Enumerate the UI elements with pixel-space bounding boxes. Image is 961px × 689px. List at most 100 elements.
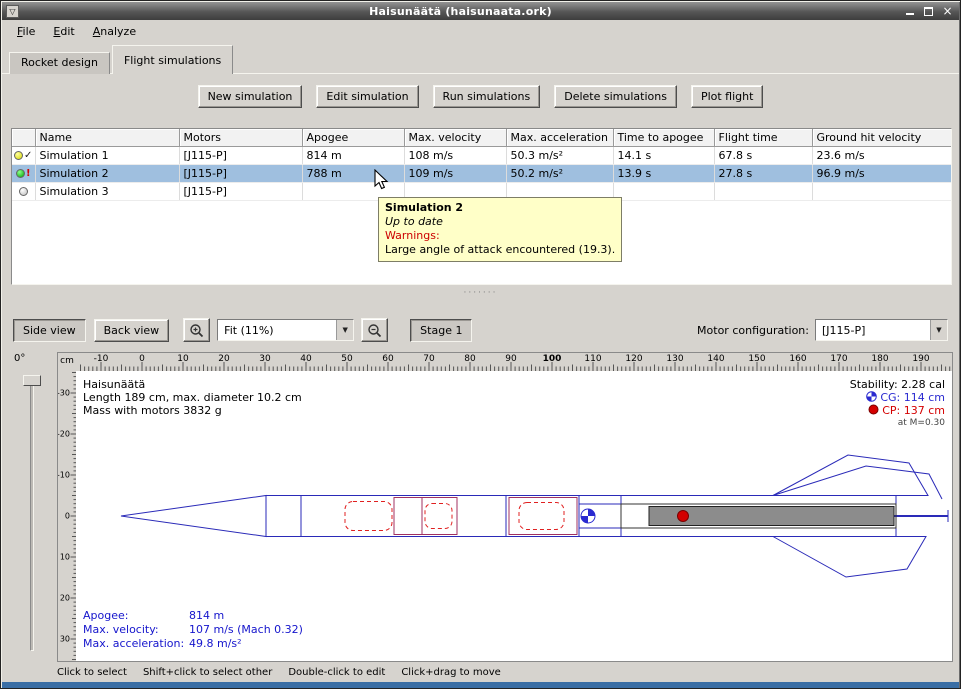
column-header-status[interactable] (12, 129, 35, 146)
svg-text:70: 70 (423, 354, 435, 364)
svg-text:110: 110 (584, 354, 601, 364)
svg-text:120: 120 (625, 354, 642, 364)
svg-text:150: 150 (748, 354, 765, 364)
status-cell (12, 182, 35, 200)
svg-text:190: 190 (912, 354, 929, 364)
stage-1-toggle[interactable]: Stage 1 (410, 319, 472, 342)
column-header-apogee[interactable]: Apogee (302, 129, 404, 146)
rotation-slider-handle[interactable] (23, 375, 41, 386)
tooltip-title: Simulation 2 (385, 201, 615, 215)
window-title: Haisunäätä (haisunaata.ork) (23, 5, 898, 18)
table-cell: Simulation 2 (35, 164, 179, 182)
status-cell: ✓ (12, 146, 35, 164)
fin-bottom (773, 537, 926, 578)
svg-text:140: 140 (707, 354, 724, 364)
table-cell: [J115-P] (179, 164, 302, 182)
status-ball-gray-icon (19, 187, 28, 196)
motor-configuration-select[interactable]: [J115-P] ▼ (815, 319, 948, 341)
split-divider[interactable]: ······· (2, 286, 959, 299)
new-simulation-button[interactable]: New simulation (198, 85, 303, 108)
chevron-down-icon[interactable]: ▼ (930, 320, 947, 340)
menu-file[interactable]: File (8, 22, 44, 41)
table-cell: 27.8 s (714, 164, 812, 182)
tab-flight-simulations[interactable]: Flight simulations (112, 45, 233, 74)
column-header-time-to-apogee[interactable]: Time to apogee (613, 129, 714, 146)
edit-simulation-button[interactable]: Edit simulation (316, 85, 418, 108)
svg-text:100: 100 (543, 354, 562, 364)
stability-info: Stability: 2.28 cal CG: 114 cm CP: 137 c… (850, 378, 945, 430)
tab-bar: Rocket designFlight simulations (9, 45, 235, 74)
svg-text:-20: -20 (58, 430, 70, 439)
coupler-1 (394, 498, 457, 535)
table-header-row: NameMotorsApogeeMax. velocityMax. accele… (12, 129, 951, 146)
svg-text:10: 10 (177, 354, 189, 364)
delete-simulations-button[interactable]: Delete simulations (554, 85, 677, 108)
minimize-icon (906, 7, 914, 15)
table-cell: 13.9 s (613, 164, 714, 182)
svg-text:30: 30 (60, 635, 70, 644)
table-cell (714, 182, 812, 200)
svg-text:-10: -10 (94, 354, 109, 364)
column-header-ground-hit-velocity[interactable]: Ground hit velocity (812, 129, 951, 146)
svg-text:20: 20 (218, 354, 230, 364)
maximize-button[interactable] (921, 5, 936, 18)
table-row[interactable]: !Simulation 2[J115-P]788 m109 m/s50.2 m/… (12, 164, 951, 182)
zoom-select[interactable]: Fit (11%) ▼ (217, 319, 354, 341)
window-menu-icon[interactable]: ▽ (6, 5, 19, 18)
desktop-strip (2, 682, 959, 689)
zoom-out-button[interactable] (361, 318, 388, 342)
side-view-button[interactable]: Side view (13, 319, 86, 342)
maximize-icon (924, 7, 933, 16)
coupler-2 (509, 498, 577, 535)
rotation-value: 0° (14, 353, 25, 364)
status-ball-yellow-icon (14, 151, 23, 160)
table-cell: Simulation 3 (35, 182, 179, 200)
table-cell: 109 m/s (404, 164, 506, 182)
svg-text:60: 60 (382, 354, 394, 364)
app-window: ▽ Haisunäätä (haisunaata.ork) × FileEdit… (0, 0, 961, 689)
menu-bar: FileEditAnalyze (2, 20, 959, 42)
column-header-max-acceleration[interactable]: Max. acceleration (506, 129, 613, 146)
table-row[interactable]: ✓Simulation 1[J115-P]814 m108 m/s50.3 m/… (12, 146, 951, 164)
flight-info-label: Max. acceleration: (83, 637, 189, 651)
zoom-in-button[interactable] (183, 318, 210, 342)
tab-rocket-design[interactable]: Rocket design (9, 52, 110, 74)
title-bar[interactable]: ▽ Haisunäätä (haisunaata.ork) × (2, 2, 959, 20)
menu-analyze[interactable]: Analyze (84, 22, 145, 41)
table-cell (613, 182, 714, 200)
svg-text:90: 90 (505, 354, 517, 364)
plot-flight-button[interactable]: Plot flight (691, 85, 763, 108)
column-header-max-velocity[interactable]: Max. velocity (404, 129, 506, 146)
parachute-1 (345, 502, 392, 531)
column-header-name[interactable]: Name (35, 129, 179, 146)
minimize-button[interactable] (902, 5, 917, 18)
cp-value: CP: 137 cm (850, 404, 945, 417)
table-cell: Simulation 1 (35, 146, 179, 164)
tooltip-warnings-label: Warnings: (385, 229, 615, 243)
menu-edit[interactable]: Edit (44, 22, 83, 41)
chevron-down-icon[interactable]: ▼ (336, 320, 353, 340)
column-header-flight-time[interactable]: Flight time (714, 129, 812, 146)
column-header-motors[interactable]: Motors (179, 129, 302, 146)
cg-icon (866, 391, 877, 402)
svg-text:30: 30 (259, 354, 271, 364)
design-canvas[interactable]: Haisunäätä Length 189 cm, max. diameter … (76, 371, 952, 661)
run-simulations-button[interactable]: Run simulations (433, 85, 541, 108)
close-button[interactable]: × (940, 5, 955, 18)
status-cell: ! (12, 164, 35, 182)
rotation-slider[interactable] (30, 375, 34, 651)
flight-info-row: Max. velocity:107 m/s (Mach 0.32) (83, 623, 303, 637)
parachute-2 (425, 504, 452, 529)
svg-text:180: 180 (871, 354, 888, 364)
flight-info-value: 814 m (189, 609, 224, 623)
splitter-grip-icon: ······· (463, 288, 497, 298)
status-exclaim-icon: ! (26, 168, 31, 179)
svg-text:160: 160 (789, 354, 806, 364)
back-view-button[interactable]: Back view (94, 319, 170, 342)
mouse-cursor-icon (374, 169, 390, 191)
cp-icon (868, 404, 879, 415)
horizontal-ruler: -100102030405060708090100110120130140150… (76, 353, 952, 371)
table-cell: 96.9 m/s (812, 164, 951, 182)
table-cell: 50.3 m/s² (506, 146, 613, 164)
table-cell (812, 182, 951, 200)
